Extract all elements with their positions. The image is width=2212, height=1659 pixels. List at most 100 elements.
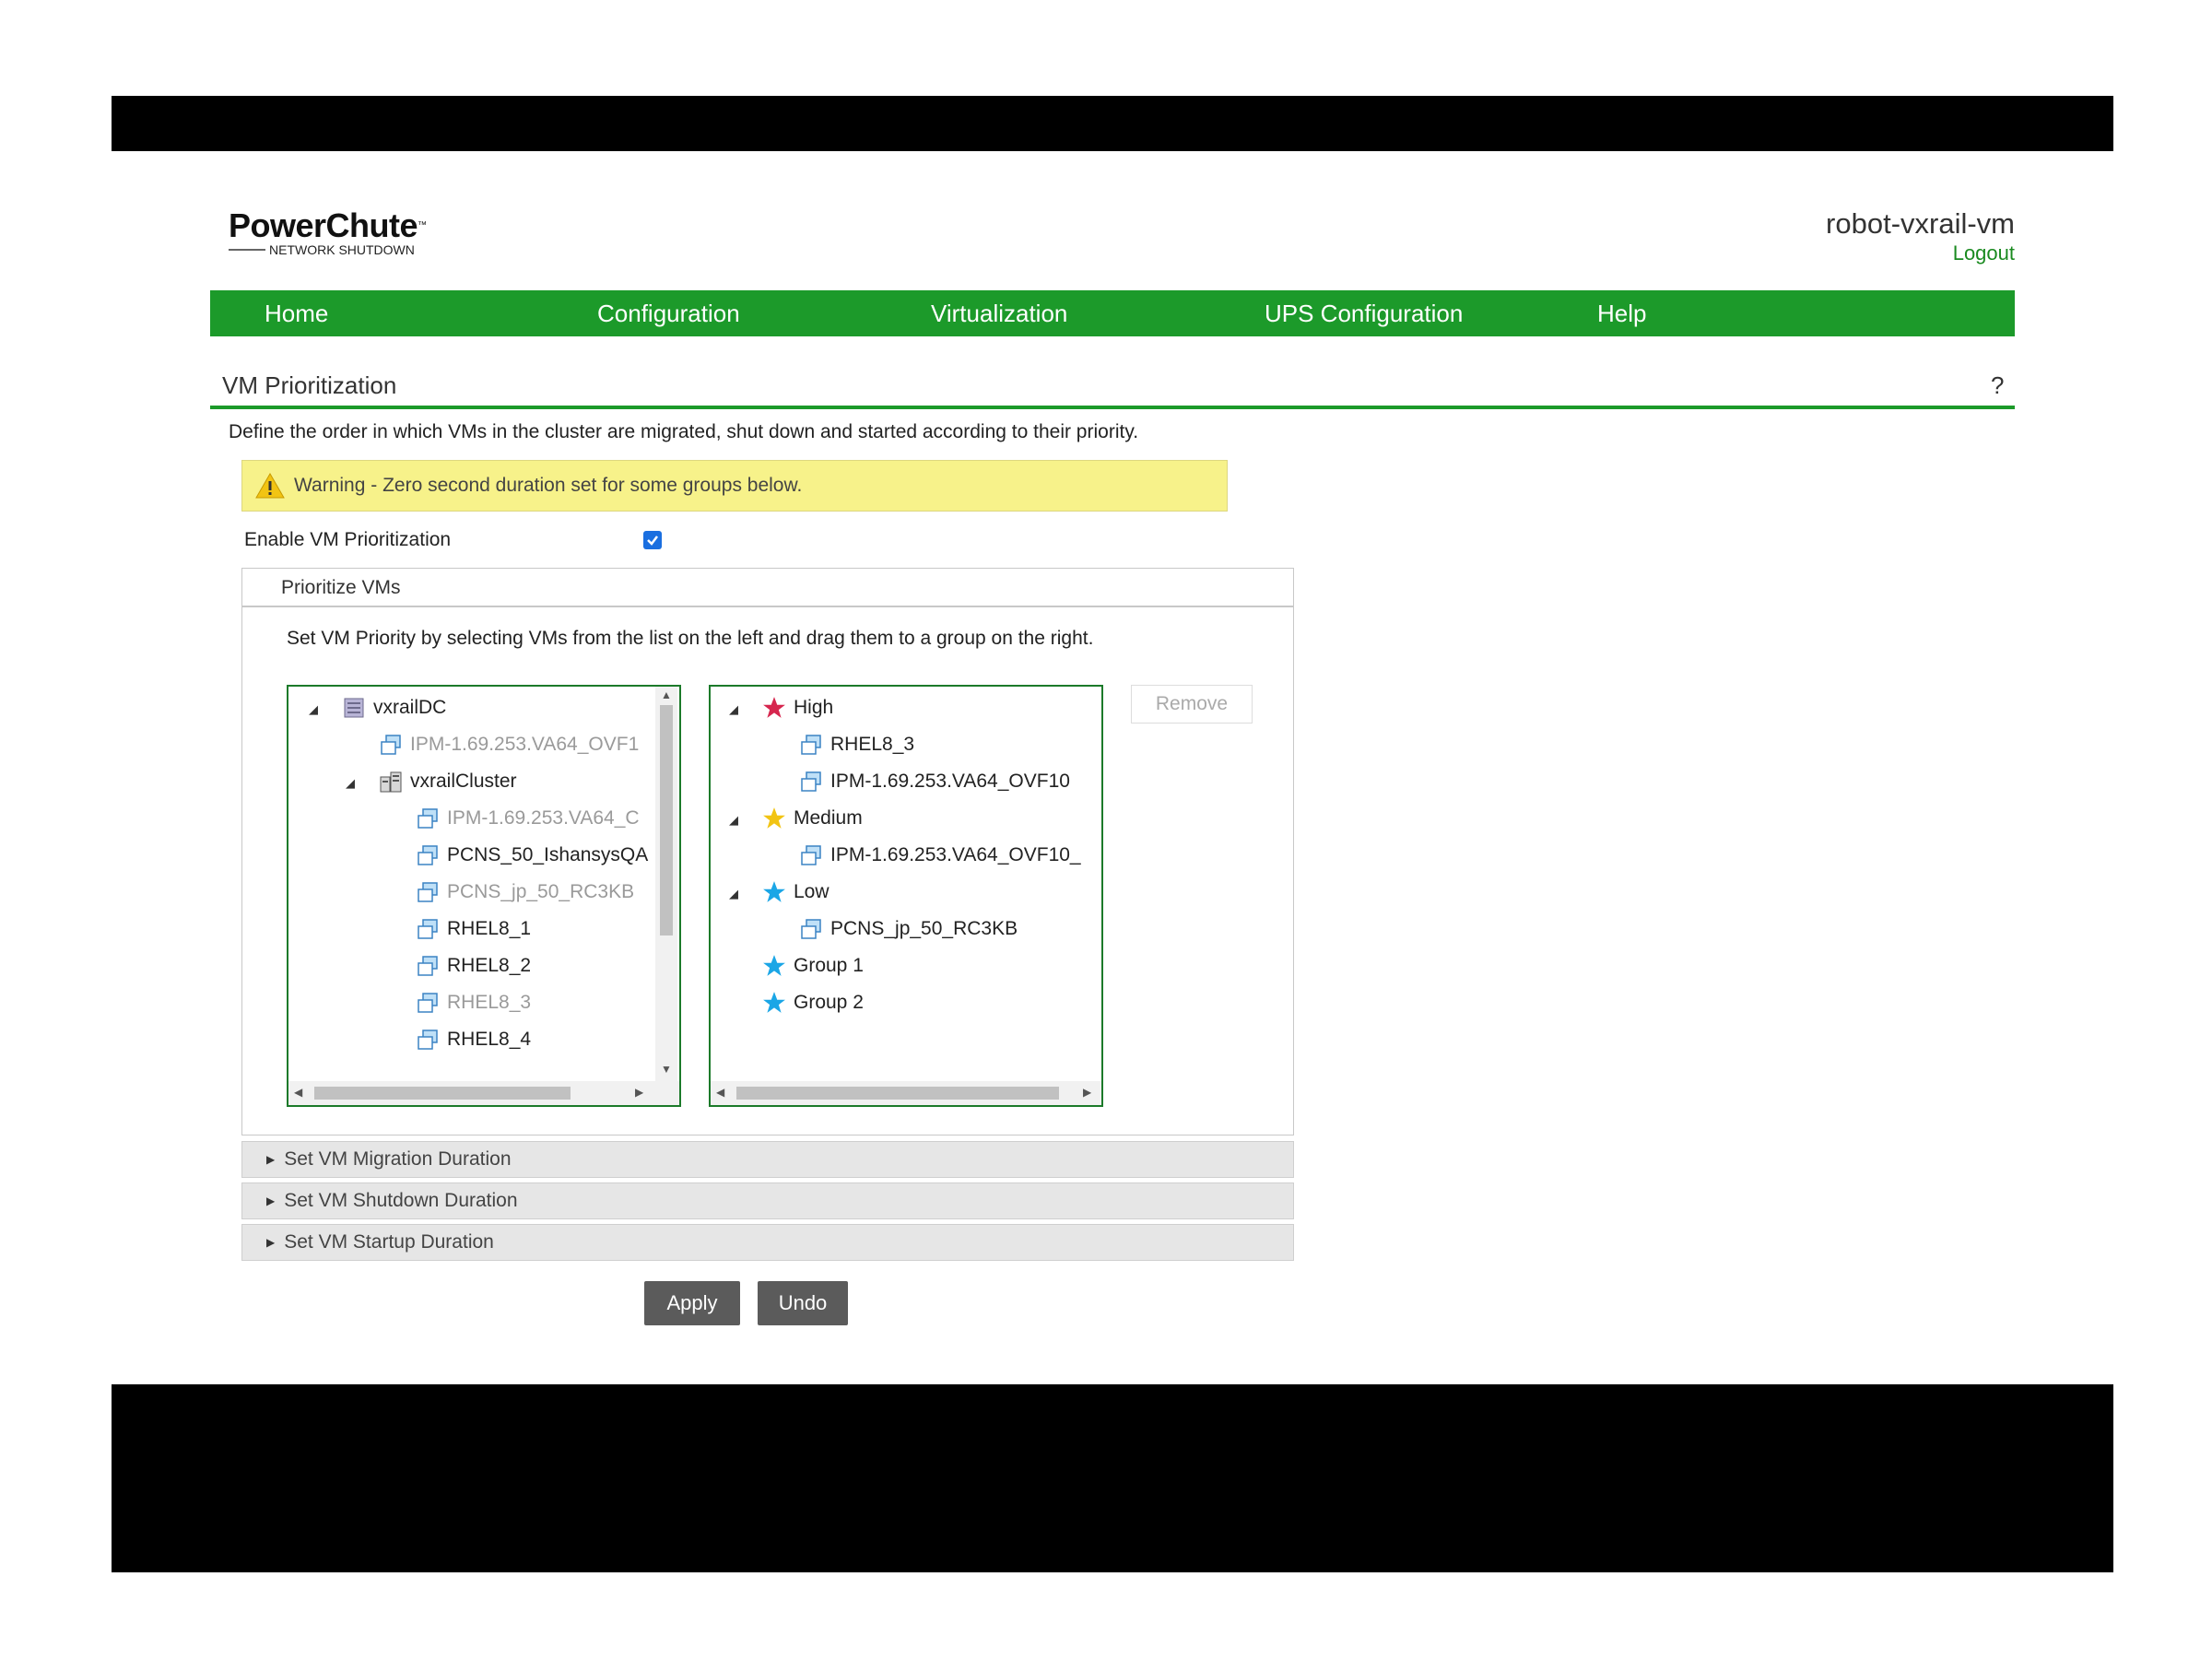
- vertical-scrollbar[interactable]: ▲ ▼: [655, 687, 677, 1081]
- priority-groups-tree[interactable]: ◢ High RHEL8_3 IPM-1.69.253.VA64_OVF10 ◢…: [709, 685, 1103, 1107]
- scroll-right-arrow-icon[interactable]: ▶: [635, 1086, 643, 1099]
- tree-node-vm[interactable]: IPM-1.69.253.VA64_OVF1: [379, 733, 639, 757]
- accordion-shutdown-duration[interactable]: ▶ Set VM Shutdown Duration: [241, 1182, 1294, 1219]
- scroll-down-arrow-icon[interactable]: ▼: [655, 1063, 677, 1076]
- nav-virtualization[interactable]: Virtualization: [931, 300, 1067, 328]
- accordion-label: Set VM Startup Duration: [284, 1231, 494, 1253]
- enable-vm-prioritization-checkbox[interactable]: [643, 531, 662, 549]
- scroll-thumb[interactable]: [314, 1087, 571, 1100]
- expand-arrow-icon[interactable]: ◢: [309, 702, 318, 717]
- tree-node-label: IPM-1.69.253.VA64_OVF10: [830, 771, 1070, 792]
- vm-icon: [418, 919, 438, 939]
- tree-node-vm[interactable]: PCNS_50_IshansysQA: [416, 843, 648, 867]
- logout-link[interactable]: Logout: [1797, 241, 2015, 265]
- group-1[interactable]: Group 1: [762, 954, 864, 978]
- caret-right-icon: ▶: [266, 1153, 276, 1166]
- collapse-arrow-icon[interactable]: ◢: [729, 887, 738, 901]
- scroll-thumb[interactable]: [660, 705, 673, 935]
- group-label: Group 1: [794, 955, 864, 976]
- caret-right-icon: ▶: [266, 1236, 276, 1249]
- horizontal-scrollbar[interactable]: ◀ ▶: [711, 1081, 1101, 1105]
- collapse-arrow-icon[interactable]: ◢: [729, 813, 738, 828]
- bottom-letterbox-bar: [112, 1384, 2113, 1572]
- vm-inventory-tree[interactable]: ◢ vxrailDC IPM-1.69.253.VA64_OVF1 ◢ vxra…: [287, 685, 681, 1107]
- tree-node-label: PCNS_50_IshansysQA: [447, 844, 649, 865]
- vm-icon: [418, 993, 438, 1013]
- star-icon: [763, 992, 785, 1013]
- vm-icon: [801, 735, 821, 755]
- tree-node-label: RHEL8_2: [447, 955, 532, 976]
- apply-button[interactable]: Apply: [644, 1281, 740, 1325]
- nav-help[interactable]: Help: [1597, 300, 1646, 328]
- title-divider: [210, 406, 2015, 409]
- tree-node-cluster[interactable]: vxrailCluster: [379, 770, 517, 794]
- tree-node-label: vxrailDC: [373, 697, 447, 718]
- group-label: Medium: [794, 807, 863, 829]
- tree-node-vm[interactable]: RHEL8_3: [416, 991, 531, 1015]
- expand-arrow-icon[interactable]: ◢: [346, 776, 355, 791]
- hostname: robot-vxrail-vm: [1826, 207, 2015, 240]
- tree-node-vm[interactable]: RHEL8_2: [416, 954, 531, 978]
- tree-node-vm[interactable]: IPM-1.69.253.VA64_OVF10_: [799, 843, 1081, 867]
- caret-right-icon: ▶: [266, 1194, 276, 1207]
- enable-vm-prioritization-label: Enable VM Prioritization: [244, 529, 452, 550]
- checkmark-icon: [647, 535, 658, 546]
- accordion-migration-duration[interactable]: ▶ Set VM Migration Duration: [241, 1141, 1294, 1178]
- tree-node-label: IPM-1.69.253.VA64_OVF10_: [830, 844, 1081, 865]
- group-high[interactable]: High: [762, 696, 833, 720]
- undo-button[interactable]: Undo: [758, 1281, 848, 1325]
- tree-node-vm[interactable]: RHEL8_3: [799, 733, 914, 757]
- nav-configuration[interactable]: Configuration: [597, 300, 740, 328]
- tree-node-datacenter[interactable]: vxrailDC: [342, 696, 446, 720]
- help-button[interactable]: ?: [1991, 371, 2004, 400]
- collapse-arrow-icon[interactable]: ◢: [729, 702, 738, 717]
- group-2[interactable]: Group 2: [762, 991, 864, 1015]
- group-low[interactable]: Low: [762, 880, 830, 904]
- tree-node-vm[interactable]: IPM-1.69.253.VA64_C: [416, 806, 640, 830]
- tree-node-vm[interactable]: IPM-1.69.253.VA64_OVF10: [799, 770, 1070, 794]
- accordion-label: Set VM Migration Duration: [284, 1148, 512, 1170]
- tree-node-vm[interactable]: RHEL8_1: [416, 917, 531, 941]
- accordion-startup-duration[interactable]: ▶ Set VM Startup Duration: [241, 1224, 1294, 1261]
- nav-home[interactable]: Home: [265, 300, 328, 328]
- remove-button[interactable]: Remove: [1131, 685, 1253, 724]
- logo-rule: [229, 249, 265, 251]
- logo-subtitle: NETWORK SHUTDOWN: [269, 242, 415, 257]
- tree-node-label: vxrailCluster: [410, 771, 517, 792]
- tree-node-label: IPM-1.69.253.VA64_OVF1: [410, 734, 640, 755]
- scroll-left-arrow-icon[interactable]: ◀: [294, 1086, 302, 1099]
- group-label: Low: [794, 881, 830, 902]
- page-title: VM Prioritization: [222, 371, 397, 399]
- vm-icon: [418, 845, 438, 865]
- scroll-left-arrow-icon[interactable]: ◀: [716, 1086, 724, 1099]
- tree-node-label: RHEL8_1: [447, 918, 532, 939]
- prioritize-vms-panel: Prioritize VMs Set VM Priority by select…: [241, 568, 1294, 1135]
- scroll-thumb[interactable]: [736, 1087, 1059, 1100]
- tree-node-vm[interactable]: PCNS_jp_50_RC3KB: [799, 917, 1018, 941]
- panel-title: Prioritize VMs: [281, 577, 401, 598]
- vm-icon: [418, 808, 438, 829]
- group-label: High: [794, 697, 834, 718]
- star-icon: [763, 697, 785, 718]
- tree-node-label: RHEL8_3: [447, 992, 532, 1013]
- top-letterbox-bar: [112, 96, 2113, 151]
- warning-text: Warning - Zero second duration set for s…: [294, 475, 803, 496]
- cluster-icon: [380, 771, 402, 793]
- star-icon: [763, 881, 785, 902]
- group-medium[interactable]: Medium: [762, 806, 863, 830]
- vm-icon: [801, 845, 821, 865]
- panel-instructions: Set VM Priority by selecting VMs from th…: [287, 628, 1094, 649]
- tree-node-vm[interactable]: RHEL8_4: [416, 1028, 531, 1052]
- scroll-up-arrow-icon[interactable]: ▲: [655, 688, 677, 701]
- horizontal-scrollbar[interactable]: ◀ ▶: [288, 1081, 679, 1105]
- nav-ups-configuration[interactable]: UPS Configuration: [1265, 300, 1463, 328]
- tree-node-label: PCNS_jp_50_RC3KB: [447, 881, 635, 902]
- vm-icon: [418, 882, 438, 902]
- main-nav: Home Configuration Virtualization UPS Co…: [210, 290, 2015, 336]
- tree-node-label: RHEL8_4: [447, 1029, 532, 1050]
- tree-node-vm[interactable]: PCNS_jp_50_RC3KB: [416, 880, 634, 904]
- scroll-right-arrow-icon[interactable]: ▶: [1083, 1086, 1091, 1099]
- vm-icon: [418, 956, 438, 976]
- datacenter-icon: [344, 698, 364, 718]
- panel-header: Prioritize VMs: [242, 569, 1293, 607]
